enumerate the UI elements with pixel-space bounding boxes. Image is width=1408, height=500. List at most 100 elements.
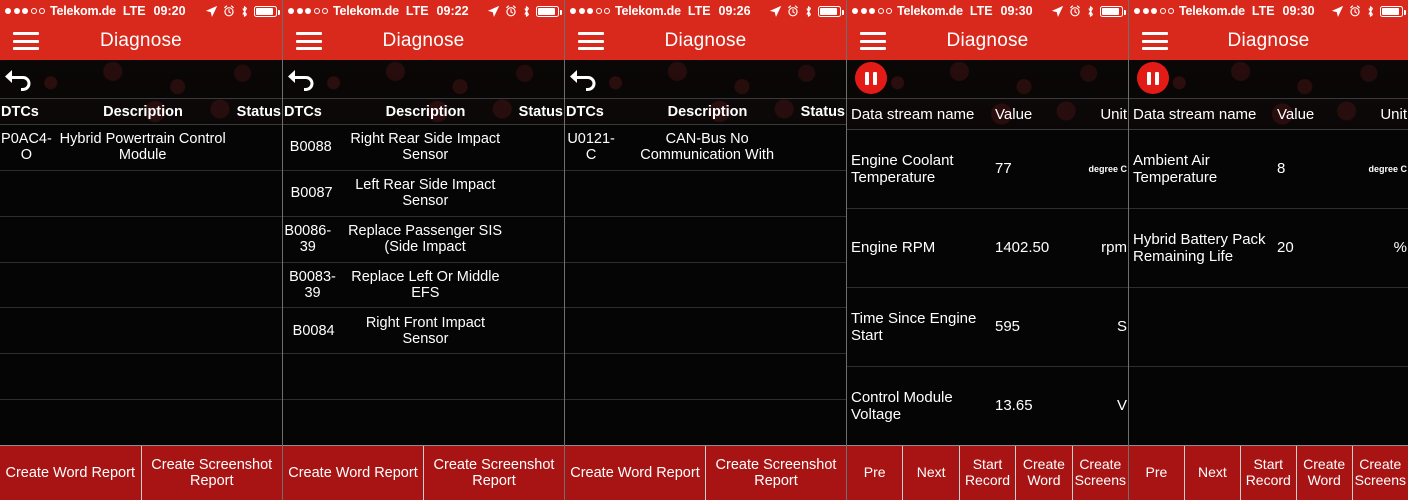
signal-dot-filled bbox=[1134, 8, 1140, 14]
signal-dot-filled bbox=[1142, 8, 1149, 14]
control-bar bbox=[565, 60, 846, 98]
toolbar-button[interactable]: Pre bbox=[1129, 446, 1185, 500]
bluetooth-icon bbox=[242, 5, 247, 17]
panel-5: Telekom.de LTE 09:30 Diagnose Data strea… bbox=[1128, 0, 1408, 500]
back-arrow-icon[interactable] bbox=[567, 61, 603, 95]
panel-content: DTCs Description Status U0121-C CAN-Bus … bbox=[565, 60, 846, 445]
toolbar-button[interactable]: Start Record bbox=[1240, 446, 1297, 500]
toolbar-button[interactable]: Pre bbox=[847, 446, 904, 500]
clock-label: 09:22 bbox=[436, 4, 469, 18]
table-body: U0121-C CAN-Bus No Communication With bbox=[565, 125, 846, 445]
table-row[interactable] bbox=[283, 400, 564, 445]
table-row[interactable] bbox=[0, 308, 282, 355]
status-icons bbox=[205, 0, 280, 22]
cell-description: Left Rear Side Impact Sensor bbox=[355, 177, 496, 210]
signal-dot-empty bbox=[313, 8, 320, 14]
toolbar-button[interactable]: Create Word bbox=[1016, 446, 1073, 500]
toolbar-button[interactable]: Create Word bbox=[1296, 446, 1353, 500]
hamburger-menu-icon[interactable] bbox=[578, 32, 604, 50]
toolbar-button[interactable]: Create Word Report bbox=[0, 446, 142, 500]
table-header: Data stream name Value Unit bbox=[1129, 99, 1408, 130]
toolbar-button[interactable]: Create Screenshot Report bbox=[706, 446, 846, 500]
table-row[interactable]: Hybrid Battery Pack Remaining Life 20 % bbox=[1129, 209, 1408, 288]
back-arrow-icon[interactable] bbox=[285, 61, 321, 95]
table-row[interactable] bbox=[565, 263, 846, 309]
table-row[interactable]: B0083-39 Replace Left Or Middle EFS bbox=[283, 263, 564, 309]
alarm-clock-icon bbox=[224, 5, 234, 17]
table-row[interactable]: B0084 Right Front Impact Sensor bbox=[283, 308, 564, 355]
dtc-table: DTCs Description Status B0088 Right Rear… bbox=[283, 98, 564, 445]
cell-dtc-code: B0086-39 bbox=[284, 222, 332, 256]
toolbar-button[interactable]: Next bbox=[903, 446, 960, 500]
table-row[interactable] bbox=[0, 354, 282, 401]
table-row[interactable] bbox=[565, 354, 846, 401]
table-row[interactable] bbox=[0, 171, 282, 217]
signal-dot-empty bbox=[322, 8, 328, 14]
table-row[interactable] bbox=[565, 308, 846, 355]
hamburger-menu-icon[interactable] bbox=[860, 32, 886, 50]
table-row[interactable]: Ambient Air Temperature 8 degree C bbox=[1129, 130, 1408, 209]
dtc-table: DTCs Description Status U0121-C CAN-Bus … bbox=[565, 98, 846, 445]
table-row[interactable] bbox=[0, 217, 282, 263]
toolbar-button[interactable]: Start Record bbox=[959, 446, 1017, 500]
table-row[interactable]: B0087 Left Rear Side Impact Sensor bbox=[283, 171, 564, 217]
hamburger-menu-icon[interactable] bbox=[1142, 32, 1168, 50]
location-arrow-icon bbox=[205, 5, 218, 17]
cell-value: 595 bbox=[995, 318, 1021, 336]
page-title: Diagnose bbox=[382, 30, 465, 51]
table-row[interactable]: Time Since Engine Start 595 S bbox=[847, 288, 1128, 367]
cell-data-stream-name: Engine RPM bbox=[851, 239, 936, 257]
table-row[interactable] bbox=[283, 354, 564, 401]
table-row[interactable]: Engine Coolant Temperature 77 degree C bbox=[847, 130, 1128, 209]
carrier-label: Telekom.de bbox=[50, 4, 116, 18]
cell-description: Replace Passenger SIS (Side Impact bbox=[348, 222, 503, 256]
back-arrow-icon[interactable] bbox=[2, 61, 38, 95]
table-row[interactable] bbox=[0, 263, 282, 309]
nav-bar: Diagnose bbox=[847, 22, 1128, 60]
table-row[interactable]: B0088 Right Rear Side Impact Sensor bbox=[283, 125, 564, 171]
column-header-unit: Unit bbox=[1380, 105, 1407, 123]
table-row[interactable] bbox=[0, 400, 282, 445]
bottom-toolbar: Create Word Report Create Screenshot Repo… bbox=[283, 445, 564, 500]
table-row[interactable]: Engine RPM 1402.50 rpm bbox=[847, 209, 1128, 288]
toolbar-button[interactable]: Next bbox=[1184, 446, 1241, 500]
table-row[interactable]: Control Module Voltage 13.65 V bbox=[847, 367, 1128, 445]
bottom-toolbar: Create Word Report Create Screenshot Repo… bbox=[565, 445, 846, 500]
hamburger-menu-icon[interactable] bbox=[296, 32, 322, 50]
toolbar-button[interactable]: Create Screens bbox=[1072, 446, 1128, 500]
cell-unit: % bbox=[1393, 239, 1407, 257]
status-icons bbox=[487, 0, 562, 22]
signal-strength bbox=[288, 8, 328, 14]
table-row[interactable] bbox=[565, 217, 846, 263]
table-row[interactable]: B0086-39 Replace Passenger SIS (Side Imp… bbox=[283, 217, 564, 263]
signal-strength bbox=[852, 8, 892, 14]
table-row[interactable] bbox=[1129, 288, 1408, 367]
bluetooth-icon bbox=[1368, 5, 1373, 17]
column-header-description: Description bbox=[667, 103, 748, 120]
toolbar-button[interactable]: Create Screenshot Report bbox=[424, 446, 564, 500]
signal-dot-empty bbox=[1168, 8, 1174, 14]
toolbar-button[interactable]: Create Word Report bbox=[283, 446, 424, 500]
table-row[interactable]: P0AC4-O Hybrid Powertrain Control Module bbox=[0, 125, 282, 171]
panel-content: Data stream name Value Unit Ambient Air … bbox=[1129, 60, 1408, 445]
table-row[interactable] bbox=[1129, 367, 1408, 445]
nav-bar: Diagnose bbox=[1129, 22, 1408, 60]
status-icons bbox=[1331, 0, 1406, 22]
table-header: DTCs Description Status bbox=[0, 99, 282, 125]
column-header-dtcs: DTCs bbox=[284, 103, 322, 120]
nav-bar: Diagnose bbox=[283, 22, 564, 60]
toolbar-button[interactable]: Create Word Report bbox=[565, 446, 706, 500]
toolbar-button[interactable]: Create Screens bbox=[1352, 446, 1408, 500]
panel-content: DTCs Description Status P0AC4-O Hybrid P… bbox=[0, 60, 282, 445]
signal-dot-empty bbox=[30, 8, 37, 14]
pause-icon[interactable] bbox=[855, 62, 887, 94]
table-row[interactable]: U0121-C CAN-Bus No Communication With bbox=[565, 125, 846, 171]
control-bar bbox=[847, 60, 1128, 98]
column-header-status: Status bbox=[236, 103, 281, 120]
table-row[interactable] bbox=[565, 171, 846, 217]
toolbar-button[interactable]: Create Screenshot Report bbox=[141, 446, 282, 500]
page-title: Diagnose bbox=[100, 30, 182, 51]
pause-icon[interactable] bbox=[1137, 62, 1169, 94]
hamburger-menu-icon[interactable] bbox=[13, 32, 39, 50]
table-row[interactable] bbox=[565, 400, 846, 445]
